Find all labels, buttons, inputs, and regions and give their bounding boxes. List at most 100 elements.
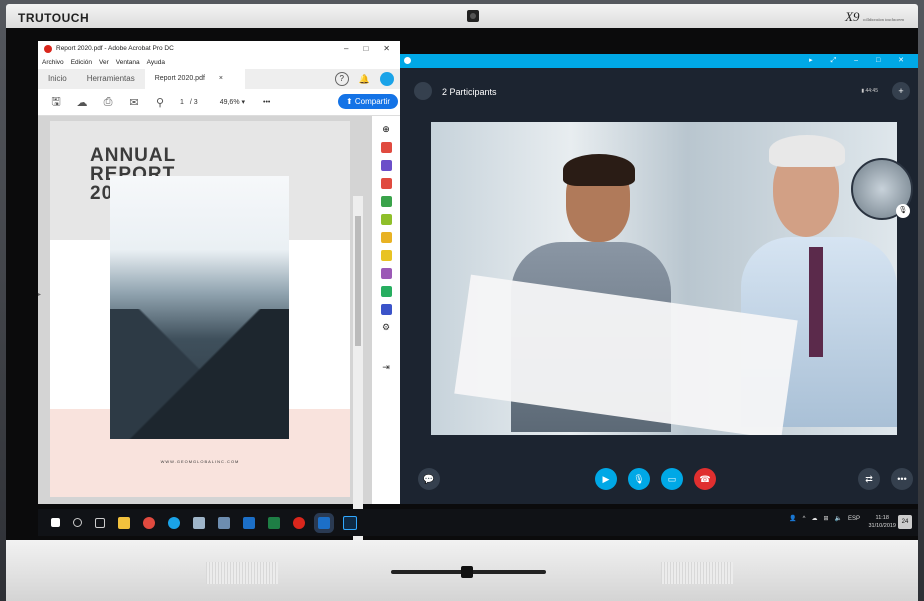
document-viewport[interactable]: ▸ ANNUAL REPORT 2020 WWW.GEOMGLOBALINC.C… [38,116,372,576]
call-controls: 💬 ▶ 🎙 ▭ ☎ ⇄ ••• [400,464,918,494]
report-title-line: ANNUAL [90,145,177,166]
acrobat-window: Report 2020.pdf - Adobe Acrobat Pro DC –… [38,41,400,576]
photoshop-icon[interactable] [343,515,357,530]
notification-count: 24 [901,519,909,525]
control-bar-knob[interactable] [461,566,473,578]
chat-button[interactable]: 💬 [418,468,440,490]
brand-logo: TRUTOUCH [18,11,90,25]
pdf-page: ANNUAL REPORT 2020 WWW.GEOMGLOBALINC.COM [50,121,350,497]
organize-pages-icon[interactable] [380,178,392,189]
add-participant-button[interactable]: + [892,82,910,100]
cloud-upload-icon[interactable]: ☁ [74,96,90,109]
email-icon[interactable]: ✉ [126,96,142,109]
system-tray: 👤 ^ ☁ ⊞ 🔈 ESP [789,515,860,523]
avatar[interactable] [380,72,394,86]
combine-files-icon[interactable] [380,160,392,171]
zoom-select[interactable]: 49,6% ▾ [220,98,245,106]
tab-bar: Inicio Herramientas Report 2020.pdf × ? … [38,69,400,89]
tab-herramientas[interactable]: Herramientas [77,69,145,89]
call-signal-indicator: ▮ 44:45 [861,88,878,94]
scrollbar-thumb[interactable] [355,216,361,346]
language-indicator[interactable]: ESP [848,516,860,522]
zoom-in-icon[interactable]: ⊕ [382,124,390,135]
participants-icon[interactable] [414,82,432,100]
network-icon[interactable]: ⊞ [823,515,828,522]
tools-settings-icon[interactable]: ⚙ [382,322,390,333]
zoom-value: 49,6% [219,99,240,106]
video-toggle-button[interactable]: ▶ [595,468,617,490]
right-tools-pane: ⊕ ⚙ ⇥ [372,116,400,504]
app-icon-pen[interactable] [218,516,230,529]
excel-icon[interactable] [268,516,280,529]
left-panel-toggle-icon[interactable]: ▸ [38,291,41,298]
task-view-icon[interactable] [95,517,105,528]
print-icon[interactable]: ⎙ [100,96,116,109]
active-app-icon[interactable] [318,516,330,529]
comment-icon[interactable] [380,250,392,261]
collapse-pane-icon[interactable]: ⇥ [382,362,390,373]
tray-chevron-icon[interactable]: ^ [803,516,806,522]
participant-2-tie [809,247,823,357]
outlook-icon[interactable] [243,516,255,529]
model-logo: X9 collaboration touchscreen [845,9,904,25]
left-speaker-grille [206,562,278,584]
edit-pdf-icon[interactable] [380,214,392,225]
file-explorer-icon[interactable] [118,516,130,529]
print-production-icon[interactable] [380,286,392,297]
menu-archivo[interactable]: Archivo [42,59,64,66]
menu-ventana[interactable]: Ventana [116,59,140,66]
chrome-icon[interactable] [143,516,155,529]
bottom-bezel [6,540,918,601]
window-title: Report 2020.pdf - Adobe Acrobat Pro DC [56,45,174,52]
skype-taskbar-icon[interactable] [168,516,180,529]
model-subtitle: collaboration touchscreen [862,17,904,22]
mic-toggle-button[interactable]: 🎙 [628,468,650,490]
help-icon[interactable]: ? [334,72,349,86]
fill-sign-icon[interactable] [380,268,392,279]
scan-icon[interactable] [380,232,392,243]
people-icon[interactable]: 👤 [789,515,796,522]
create-pdf-icon[interactable] [380,142,392,153]
tab-inicio[interactable]: Inicio [38,69,77,89]
screen: Report 2020.pdf - Adobe Acrobat Pro DC –… [6,28,918,576]
touchscreen-device: TRUTOUCH X9 collaboration touchscreen Re… [0,0,924,601]
menu-edicion[interactable]: Edición [71,59,92,66]
end-call-button[interactable]: ☎ [694,468,716,490]
share-button[interactable]: ⬆ Compartir [337,94,398,109]
save-icon[interactable]: 🖫 [48,93,64,112]
page-number-input[interactable]: 1 [180,99,184,106]
acrobat-logo-icon [44,44,52,53]
taskbar-clock[interactable]: 11:18 31/10/2019 [868,514,896,530]
maximize-button[interactable]: □ [363,44,368,53]
start-icon[interactable] [51,518,60,527]
video-feed [431,122,897,435]
menu-ver[interactable]: Ver [99,59,109,66]
close-button[interactable]: ✕ [383,44,390,53]
acrobat-titlebar: Report 2020.pdf - Adobe Acrobat Pro DC –… [38,41,400,56]
top-bezel: TRUTOUCH X9 collaboration touchscreen [6,4,918,28]
more-options-button[interactable]: ••• [891,468,913,490]
volume-icon[interactable]: 🔈 [835,515,842,522]
protect-icon[interactable] [380,304,392,315]
minimize-button[interactable]: – [344,44,348,53]
participants-label: 2 Participants [442,87,497,97]
notification-center-icon[interactable]: 24 [898,515,912,529]
call-timer: 44:45 [865,88,878,94]
onedrive-icon[interactable]: ☁ [811,515,817,522]
page-total: / 3 [189,98,198,106]
share-screen-button[interactable]: ▭ [661,468,683,490]
bell-icon[interactable]: 🔔 [359,74,370,85]
acrobat-taskbar-icon[interactable] [293,516,305,529]
zoom-search-icon[interactable]: ⚲ [152,96,168,109]
tab-document[interactable]: Report 2020.pdf × [144,69,245,89]
switch-camera-button[interactable]: ⇄ [858,468,880,490]
export-pdf-icon[interactable] [380,196,392,207]
more-tools-icon[interactable]: ••• [263,99,270,106]
skype-titlebar: ▸ ⤢ – □ ✕ [400,54,918,68]
tab-document-label: Report 2020.pdf [154,75,205,82]
menu-ayuda[interactable]: Ayuda [147,59,165,66]
skype-window-controls[interactable]: ▸ ⤢ – □ ✕ [809,56,912,65]
app-icon-tools[interactable] [193,516,205,529]
tab-close-icon[interactable]: × [219,75,223,82]
search-icon[interactable] [73,518,82,527]
